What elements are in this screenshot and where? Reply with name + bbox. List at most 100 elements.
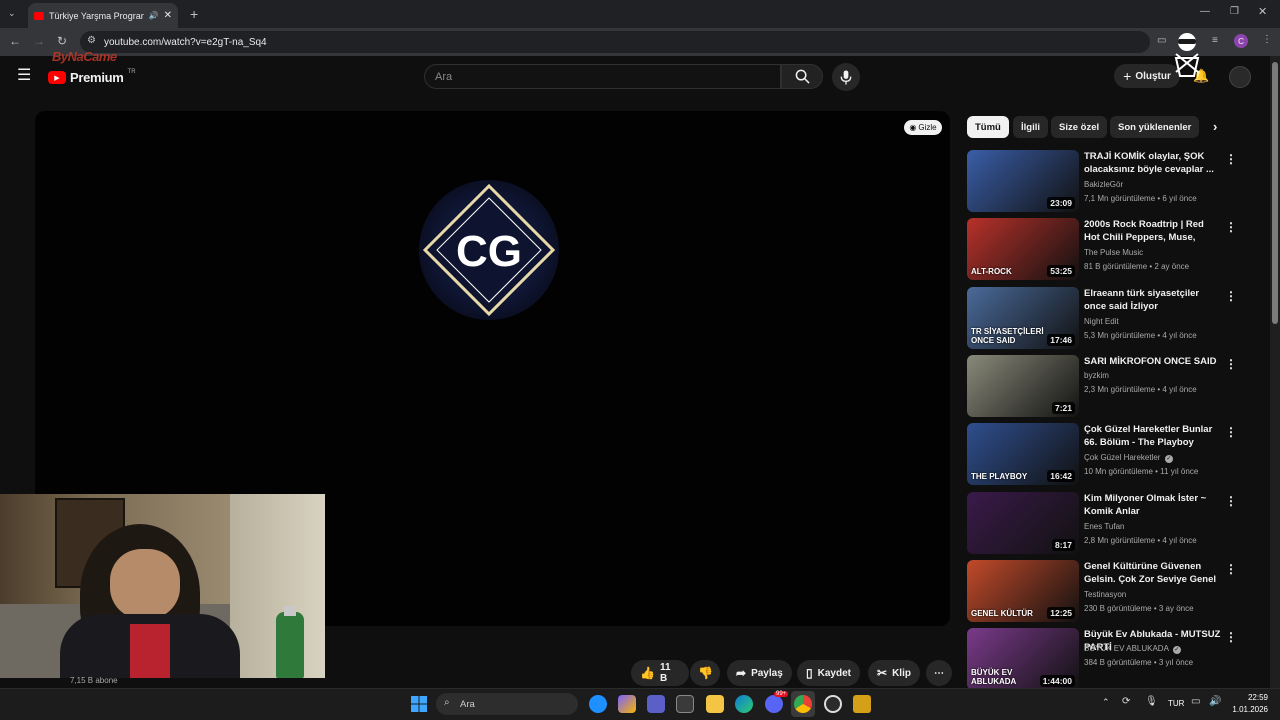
edge-icon[interactable] [735, 695, 753, 713]
address-bar[interactable]: ⚙ youtube.com/watch?v=e2gT-na_Sq4 [80, 31, 1150, 53]
cast-icon[interactable]: ▭ [1157, 35, 1166, 46]
url-text: youtube.com/watch?v=e2gT-na_Sq4 [104, 36, 267, 48]
video-thumbnail[interactable]: ALT-ROCK 53:25 [967, 218, 1079, 281]
clip-button[interactable]: ✂ Klip [868, 660, 920, 686]
video-title[interactable]: Kim Milyoner Olmak İster ~ Komik Anlar [1084, 492, 1222, 518]
account-avatar[interactable] [1229, 66, 1251, 88]
recommendation-item[interactable]: 23:09 TRAJİ KOMİK olaylar, ŞOK olacaksın… [967, 150, 1257, 212]
close-tab-icon[interactable]: ✕ [164, 10, 172, 21]
more-options-icon[interactable]: ⋮ [1225, 289, 1237, 303]
teams-icon[interactable] [647, 695, 665, 713]
copilot-app-icon[interactable] [618, 695, 636, 713]
hide-button[interactable]: ◉ Gizle [904, 120, 942, 135]
channel-name[interactable]: BakizleGör [1084, 180, 1123, 189]
tab-title: Türkiye Yarşma Programları [49, 10, 144, 21]
chip-recently-uploaded[interactable]: Son yüklenenler [1110, 116, 1200, 138]
browser-tab[interactable]: Türkiye Yarşma Programları 🔊 ✕ [28, 3, 178, 28]
recommendation-item[interactable]: 8:17 Kim Milyoner Olmak İster ~ Komik An… [967, 491, 1257, 554]
mic-tray-icon[interactable]: 🎙 [1145, 696, 1158, 707]
channel-name[interactable]: Çok Güzel Hareketler ✓ [1084, 453, 1173, 464]
video-thumbnail[interactable]: GENEL KÜLTÜR 12:25 [967, 559, 1079, 622]
close-window-button[interactable]: ✕ [1258, 5, 1267, 18]
video-thumbnail[interactable]: 8:17 [967, 491, 1079, 554]
store-icon[interactable] [676, 695, 694, 713]
discord-icon[interactable] [765, 695, 783, 713]
video-duration: 23:09 [1047, 197, 1075, 209]
page-scrollbar-thumb[interactable] [1272, 62, 1278, 324]
taskbar-search-input[interactable]: ⌕ Ara [436, 693, 578, 715]
recommendation-item[interactable]: GENEL KÜLTÜR 12:25 Genel Kültürüne Güven… [967, 559, 1257, 622]
app-icon[interactable] [853, 695, 871, 713]
chrome-icon[interactable] [794, 695, 812, 713]
video-title[interactable]: 2000s Rock Roadtrip | Red Hot Chili Pepp… [1084, 218, 1222, 245]
save-button[interactable]: ▯ Kaydet [797, 660, 860, 686]
chip-all[interactable]: Tümü [967, 116, 1009, 138]
new-tab-button[interactable]: + [190, 6, 198, 22]
video-title[interactable]: Genel Kültürüne Güvenen Gelsin. Çok Zor … [1084, 560, 1222, 587]
more-actions-button[interactable]: ⋯ [926, 660, 952, 686]
video-meta: 10 Mn görüntüleme • 11 yıl önce [1084, 467, 1199, 477]
more-options-icon[interactable]: ⋮ [1225, 152, 1237, 166]
network-icon[interactable]: ▭ [1191, 696, 1200, 707]
hamburger-menu-icon[interactable]: ☰ [17, 68, 31, 84]
forward-arrow-icon[interactable]: → [33, 34, 45, 48]
sync-icon[interactable]: ⟳ [1122, 696, 1130, 707]
chip-related[interactable]: İlgili [1013, 116, 1048, 138]
channel-name[interactable]: The Pulse Music [1084, 248, 1143, 257]
obs-icon[interactable] [824, 695, 842, 713]
reload-icon[interactable]: ↻ [57, 34, 67, 48]
thumbnail-text: ALT-ROCK [971, 267, 1012, 277]
reading-list-icon[interactable]: ≡ [1212, 35, 1218, 46]
channel-name[interactable]: Testinasyon [1084, 590, 1126, 599]
dislike-button[interactable]: 👎 [690, 660, 720, 686]
video-thumbnail[interactable]: 23:09 [967, 150, 1079, 212]
voice-search-button[interactable] [832, 63, 860, 91]
recommendation-item[interactable]: ALT-ROCK 53:25 2000s Rock Roadtrip | Red… [967, 218, 1257, 281]
copilot-icon[interactable] [589, 695, 607, 713]
recommendation-item[interactable]: THE PLAYBOY 16:42 Çok Güzel Hareketler B… [967, 423, 1257, 486]
video-thumbnail[interactable]: TR SİYASETÇİLERİ ONCE SAID 17:46 [967, 286, 1079, 349]
language-indicator[interactable]: TUR [1168, 699, 1184, 708]
browser-menu-icon[interactable]: ⋮ [1262, 34, 1272, 45]
more-options-icon[interactable]: ⋮ [1225, 630, 1237, 644]
file-explorer-icon[interactable] [706, 695, 724, 713]
more-options-icon[interactable]: ⋮ [1225, 425, 1237, 439]
more-options-icon[interactable]: ⋮ [1225, 357, 1237, 371]
more-options-icon[interactable]: ⋮ [1225, 220, 1237, 234]
video-title[interactable]: Elraeann türk siyasetçiler once said İzl… [1084, 287, 1222, 313]
video-title[interactable]: Çok Güzel Hareketler Bunlar 66. Bölüm - … [1084, 423, 1222, 449]
youtube-premium-logo[interactable]: ▶ Premium TR [48, 69, 136, 85]
share-button[interactable]: ➦ Paylaş [727, 660, 792, 686]
chevron-right-icon[interactable]: › [1213, 119, 1217, 134]
site-info-icon[interactable]: ⚙ [87, 35, 96, 46]
taskbar-clock[interactable]: 22:59 1.01.2026 [1228, 692, 1268, 716]
video-title[interactable]: TRAJİ KOMİK olaylar, ŞOK olacaksınız böy… [1084, 150, 1222, 176]
search-input[interactable]: Ara [424, 64, 781, 89]
audio-playing-icon[interactable]: 🔊 [149, 11, 159, 20]
channel-name[interactable]: BÜYÜK EV ABLUKADA ✓ [1084, 644, 1181, 655]
video-title[interactable]: SARI MİKROFON ONCE SAID [1084, 355, 1222, 368]
more-options-icon[interactable]: ⋮ [1225, 494, 1237, 508]
tray-expand-icon[interactable]: ⌃ [1102, 697, 1110, 708]
channel-name[interactable]: Night Edit [1084, 317, 1119, 326]
recommendation-item[interactable]: BÜYÜK EV ABLUKADA 1:44:00 Büyük Ev Abluk… [967, 628, 1257, 691]
search-button[interactable] [781, 64, 823, 89]
like-button[interactable]: 👍 11 B [631, 660, 689, 686]
channel-name[interactable]: Enes Tufan [1084, 522, 1124, 531]
chip-for-you[interactable]: Size özel [1051, 116, 1108, 138]
channel-name[interactable]: byzkim [1084, 371, 1109, 380]
minimize-button[interactable]: — [1200, 6, 1210, 17]
more-options-icon[interactable]: ⋮ [1225, 562, 1237, 576]
windows-start-icon[interactable] [411, 696, 427, 712]
profile-avatar[interactable]: C [1234, 34, 1248, 48]
recommendation-item[interactable]: 7:21 SARI MİKROFON ONCE SAID byzkim 2,3 … [967, 354, 1257, 417]
video-thumbnail[interactable]: 7:21 [967, 354, 1079, 417]
like-count: 11 B [659, 662, 671, 684]
tab-list-chevron-icon[interactable]: ⌄ [8, 8, 16, 19]
volume-icon[interactable]: 🔊 [1209, 696, 1221, 707]
video-thumbnail[interactable]: BÜYÜK EV ABLUKADA 1:44:00 [967, 628, 1079, 691]
recommendation-item[interactable]: TR SİYASETÇİLERİ ONCE SAID 17:46 Elraean… [967, 286, 1257, 349]
video-thumbnail[interactable]: THE PLAYBOY 16:42 [967, 423, 1079, 486]
back-arrow-icon[interactable]: ← [9, 34, 21, 48]
restore-button[interactable]: ❐ [1230, 6, 1239, 17]
